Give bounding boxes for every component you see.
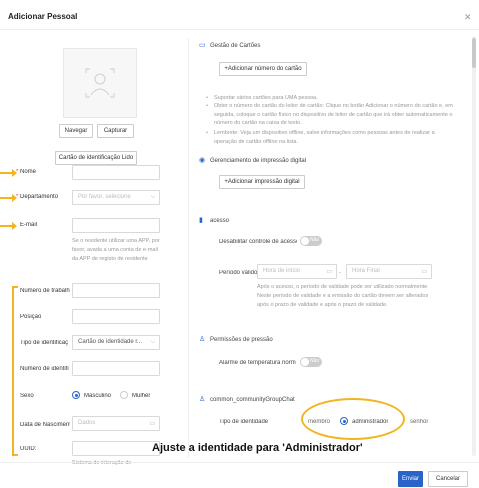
chevron-down-icon: ⌵: [150, 194, 155, 200]
read-id-card-button[interactable]: Cartão de identificação Lido: [55, 151, 137, 165]
id-type-label: Tipo de identificaç: [20, 340, 69, 346]
id-number-input[interactable]: [72, 361, 160, 376]
header-divider: [0, 29, 479, 30]
browse-button[interactable]: Navegar: [59, 124, 93, 138]
annotation-arrow: [0, 222, 17, 230]
birth-date-input[interactable]: Dados ▭: [72, 416, 160, 431]
community-section-title: common_communityGroupChat: [210, 397, 295, 403]
sex-male-label: Masculino: [84, 393, 112, 399]
uuid-input[interactable]: [72, 441, 160, 456]
start-time-input[interactable]: Hora de início ▭: [257, 264, 337, 279]
position-label: Posição: [20, 314, 42, 320]
annotation-highlight: [301, 398, 405, 440]
position-input[interactable]: [72, 309, 160, 324]
end-time-input[interactable]: Hora Final ▭: [346, 264, 432, 279]
name-input[interactable]: [72, 165, 160, 180]
access-section-title: acesso: [210, 218, 230, 224]
id-number-label: Número de identifi: [20, 366, 69, 372]
user-avatar-icon: [85, 68, 115, 98]
pressure-section-title: Permissões de pressão: [210, 337, 273, 343]
photo-placeholder: [63, 48, 137, 118]
access-icon: ▮: [199, 217, 203, 224]
validity-hint: Após o acesso, o período de validade pod…: [257, 284, 429, 308]
validity-label: Período válido:: [219, 270, 260, 276]
card-icon: ▭: [199, 42, 206, 49]
group-chat-icon: ♙: [199, 396, 206, 403]
temperature-alarm-label: Alarme de temperatura norm: [219, 360, 296, 366]
email-input[interactable]: [72, 218, 160, 233]
lord-label: senhor: [410, 419, 429, 425]
cancel-button[interactable]: Cancelar: [428, 471, 468, 487]
card-section-title: Gestão de Cartões: [210, 43, 261, 49]
name-label: * Nome: [16, 169, 37, 175]
annotation-bracket: [12, 286, 18, 456]
sex-female-label: Mulher: [132, 393, 151, 399]
uuid-hint: Sistema de interação de: [72, 460, 132, 466]
email-label: E-mail: [20, 222, 38, 228]
department-label: * Departamento: [16, 194, 59, 200]
sex-female-radio[interactable]: [120, 391, 128, 399]
work-number-input[interactable]: [72, 283, 160, 298]
identity-type-label: Tipo de identidade: [219, 419, 269, 425]
calendar-icon: ▭: [326, 269, 332, 275]
disable-access-label: Desabilitar controle de acesso: [219, 239, 297, 245]
department-select[interactable]: Por favor, selecione ⌵: [72, 190, 160, 205]
birth-date-label: Data de Nasciment: [20, 422, 70, 428]
calendar-icon: ▭: [421, 269, 427, 275]
add-fingerprint-button[interactable]: +Adicionar impressão digital: [219, 175, 305, 189]
sex-male-radio[interactable]: [72, 391, 80, 399]
scrollbar-track[interactable]: [472, 36, 476, 456]
user-permission-icon: ♙: [199, 336, 206, 343]
column-divider: [188, 38, 189, 458]
uuid-label: UUID:: [20, 446, 37, 452]
card-bullet: Lembrete: Veja um dispositivo offline, s…: [214, 130, 435, 145]
annotation-arrow: [0, 169, 17, 177]
dialog-title: Adicionar Pessoal: [8, 12, 78, 21]
calendar-icon: ▭: [149, 421, 155, 427]
scrollbar-thumb[interactable]: [472, 38, 476, 68]
sex-label: Sexo: [20, 393, 34, 399]
submit-button[interactable]: Enviar: [398, 471, 423, 487]
chevron-down-icon: ⌵: [150, 339, 155, 345]
fingerprint-icon: ◉: [199, 157, 206, 164]
disable-access-toggle[interactable]: Não: [300, 236, 322, 246]
close-icon[interactable]: ✕: [464, 12, 472, 23]
work-number-label: Número de trabalh: [20, 288, 70, 294]
annotation-arrow: [0, 194, 17, 202]
id-type-select[interactable]: Cartão de identidade r... ⌵: [72, 335, 160, 350]
email-hint: Se o residente utilizar uma APP, por fav…: [72, 238, 160, 262]
capture-button[interactable]: Capturar: [97, 124, 134, 138]
card-bullet: Obter o número do cartão do leitor de ca…: [214, 103, 453, 126]
fingerprint-section-title: Gerenciamento de impressão digital: [210, 158, 307, 164]
temperature-alarm-toggle[interactable]: Não: [300, 357, 322, 367]
annotation-callout: Ajuste a identidade para 'Administrador': [152, 442, 363, 454]
footer-divider: [0, 462, 479, 463]
add-card-number-button[interactable]: +Adicionar número do cartão: [219, 62, 307, 76]
